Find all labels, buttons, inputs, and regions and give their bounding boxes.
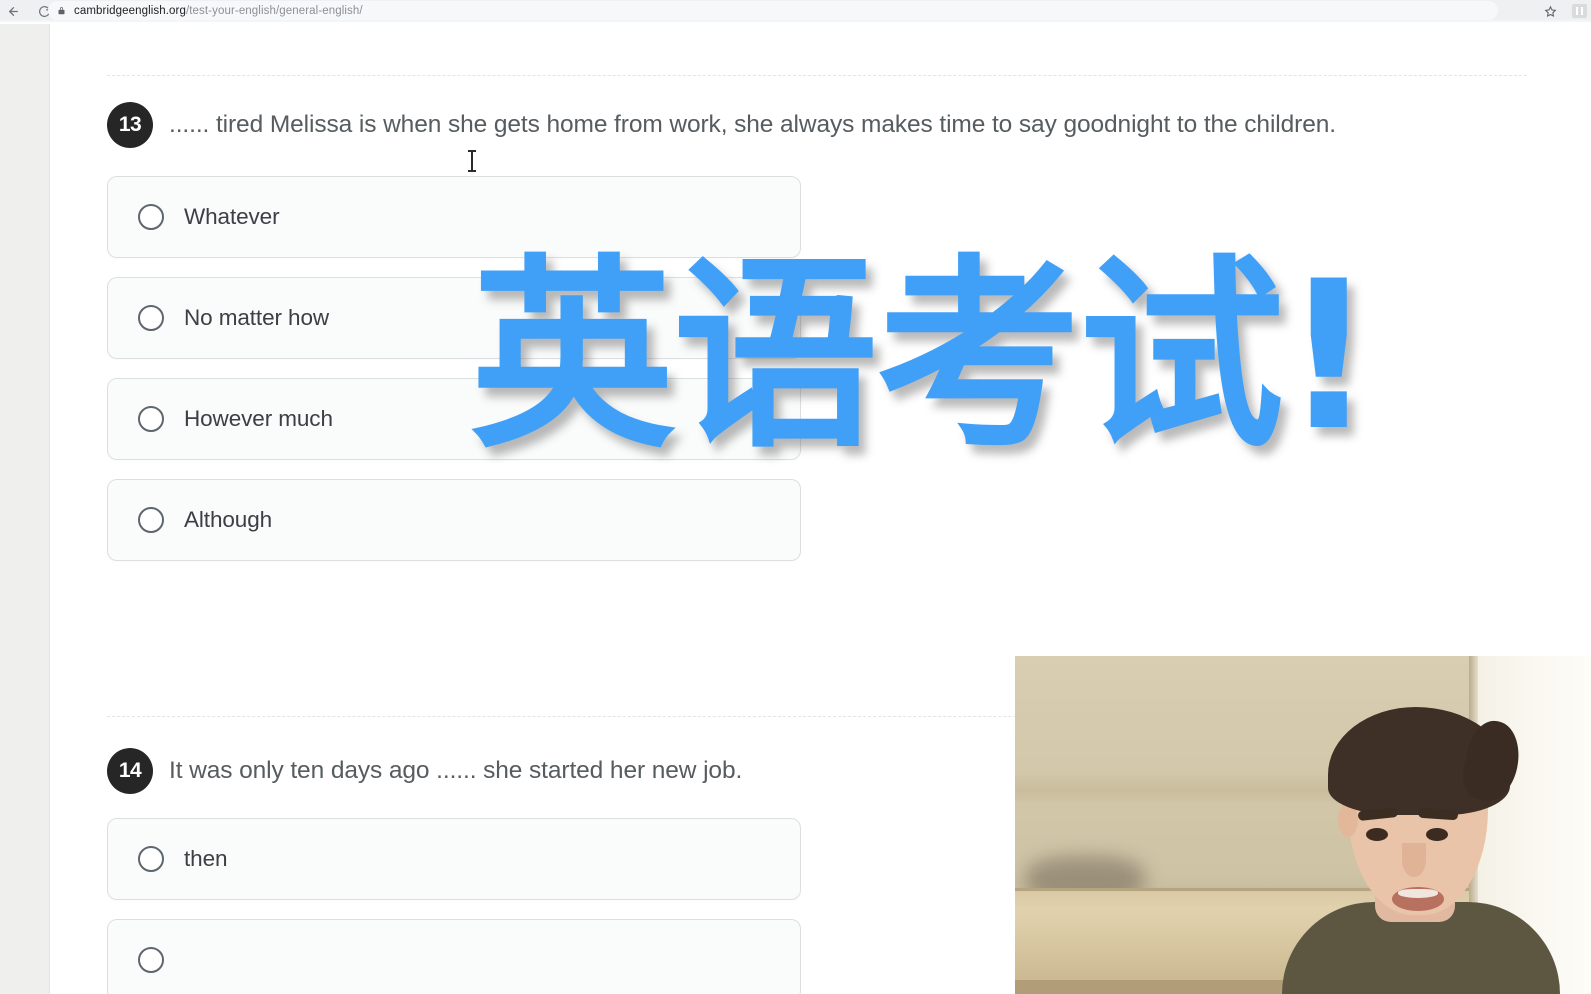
radio-button-icon[interactable]	[138, 305, 164, 331]
radio-button-icon[interactable]	[138, 507, 164, 533]
answer-options-13: Whatever No matter how However much Alth…	[107, 176, 1336, 561]
answer-option[interactable]	[107, 919, 801, 994]
back-arrow-icon[interactable]	[6, 4, 21, 19]
url-path: /test-your-english/general-english/	[185, 4, 363, 17]
screen-root: cambridgeenglish.org/test-your-english/g…	[0, 0, 1591, 994]
question-divider-top	[107, 75, 1527, 76]
lock-icon	[56, 5, 67, 16]
browser-nav-buttons	[0, 4, 52, 19]
question-number-badge: 14	[107, 748, 153, 794]
presenter-webcam[interactable]	[1015, 656, 1591, 994]
question-header-13: 13 ...... tired Melissa is when she gets…	[107, 102, 1336, 148]
question-number-badge: 13	[107, 102, 153, 148]
webcam-person-nose	[1402, 843, 1426, 877]
radio-button-icon[interactable]	[138, 846, 164, 872]
text-cursor-icon	[468, 150, 476, 172]
url-text: cambridgeenglish.org/test-your-english/g…	[74, 5, 363, 17]
webcam-person-mouth	[1392, 887, 1444, 911]
answer-option-label: However much	[184, 406, 333, 431]
extension-icon[interactable]	[1572, 4, 1587, 18]
answer-option[interactable]: then	[107, 818, 801, 900]
answer-option[interactable]: However much	[107, 378, 801, 460]
webcam-person-eye-left	[1366, 828, 1388, 841]
answer-option[interactable]: No matter how	[107, 277, 801, 359]
question-text: It was only ten days ago ...... she star…	[169, 757, 743, 784]
answer-option-label: then	[184, 846, 228, 871]
star-icon[interactable]	[1543, 4, 1558, 19]
answer-option[interactable]: Although	[107, 479, 801, 561]
page-left-gutter	[0, 24, 50, 994]
radio-button-icon[interactable]	[138, 204, 164, 230]
browser-toolbar: cambridgeenglish.org/test-your-english/g…	[0, 0, 1591, 22]
answer-option-label: Whatever	[184, 204, 280, 229]
radio-button-icon[interactable]	[138, 947, 164, 973]
toolbar-right-actions	[1543, 0, 1587, 22]
answer-options-14: then	[107, 818, 801, 994]
answer-option[interactable]: Whatever	[107, 176, 801, 258]
question-text: ...... tired Melissa is when she gets ho…	[169, 111, 1336, 138]
webcam-person-eye-right	[1426, 828, 1448, 841]
address-bar[interactable]: cambridgeenglish.org/test-your-english/g…	[48, 1, 1498, 20]
question-block-14: 14 It was only ten days ago ...... she s…	[107, 748, 801, 994]
answer-option-label: No matter how	[184, 305, 330, 330]
answer-option-label: Although	[184, 507, 273, 532]
radio-button-icon[interactable]	[138, 406, 164, 432]
question-block-13: 13 ...... tired Melissa is when she gets…	[107, 102, 1336, 561]
webcam-person	[1270, 691, 1570, 994]
url-domain: cambridgeenglish.org	[74, 4, 186, 17]
question-header-14: 14 It was only ten days ago ...... she s…	[107, 748, 801, 794]
